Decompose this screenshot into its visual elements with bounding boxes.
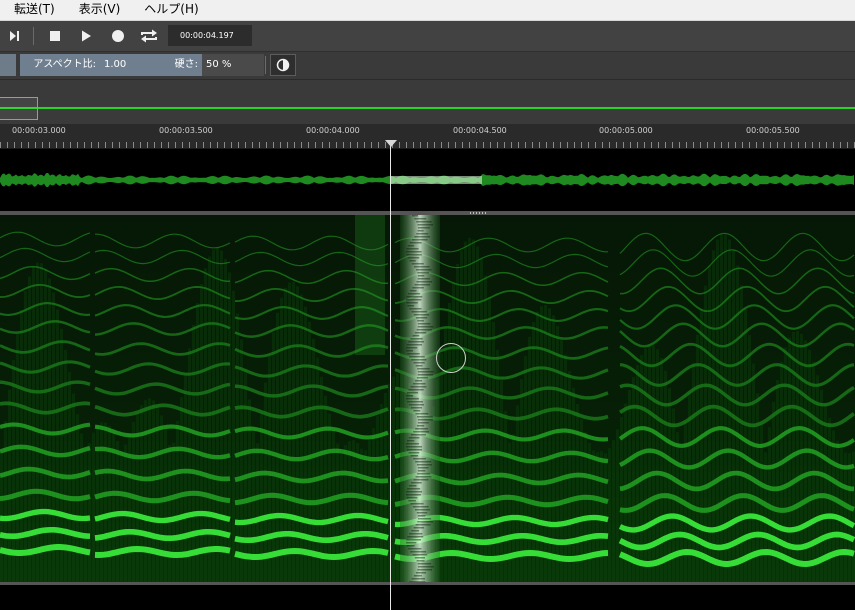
menu-help[interactable]: ヘルプ(H) [130, 0, 208, 20]
aspect-ratio-value[interactable]: 1.00 [100, 54, 144, 76]
play-icon [82, 30, 91, 42]
brush-cursor [436, 343, 466, 373]
loop-icon [141, 29, 157, 43]
splitter-grip-icon[interactable] [470, 212, 486, 214]
overview-viewport-handle[interactable] [0, 97, 38, 120]
playhead-line[interactable] [390, 140, 391, 610]
brush-param-toolbar: アスペクト比: 1.00 硬さ: 50 % [0, 52, 855, 80]
hardness-label: 硬さ: [140, 54, 202, 76]
toolbar-separator [33, 27, 34, 45]
transport-toolbar: 00:00:04.197 [0, 21, 855, 52]
hardness-value[interactable]: 50 % [202, 54, 264, 76]
half-circle-icon [276, 58, 290, 72]
menu-transfer[interactable]: 転送(T) [0, 0, 65, 20]
overview-strip[interactable] [0, 80, 855, 124]
aspect-ratio-label: アスペクト比: [20, 54, 100, 76]
ruler-ticks [0, 142, 855, 148]
ruler-label: 00:00:05.500 [746, 126, 800, 135]
spectrogram-view[interactable] [0, 215, 855, 582]
ruler-label: 00:00:04.500 [453, 126, 507, 135]
overview-waveform-line [0, 107, 855, 109]
bottom-area [0, 585, 855, 610]
record-icon [112, 30, 124, 42]
hardness-field[interactable]: 硬さ: 50 % [140, 54, 264, 76]
menu-view[interactable]: 表示(V) [65, 0, 131, 20]
ruler-label: 00:00:04.000 [306, 126, 360, 135]
toolbar-separator [265, 56, 266, 74]
spectrogram-graphic [0, 215, 855, 582]
waveform-graphic [0, 172, 854, 188]
menu-bar: 転送(T) 表示(V) ヘルプ(H) [0, 0, 855, 21]
stop-button[interactable] [43, 24, 67, 48]
contrast-button[interactable] [270, 54, 296, 76]
aspect-ratio-field[interactable]: アスペクト比: 1.00 [20, 54, 144, 76]
skip-to-end-icon [10, 31, 19, 41]
playhead-marker-icon[interactable] [385, 140, 397, 147]
time-display: 00:00:04.197 [168, 25, 252, 46]
time-ruler[interactable]: 00:00:03.000 00:00:03.500 00:00:04.000 0… [0, 124, 855, 149]
skip-to-end-button[interactable] [2, 24, 26, 48]
ruler-label: 00:00:03.000 [12, 126, 66, 135]
stop-icon [50, 31, 60, 41]
waveform-view[interactable] [0, 149, 855, 211]
app-window: 転送(T) 表示(V) ヘルプ(H) 00:00:04.197 アスペクト比: … [0, 0, 855, 610]
ruler-label: 00:00:05.000 [599, 126, 653, 135]
ruler-label: 00:00:03.500 [159, 126, 213, 135]
record-button[interactable] [106, 24, 130, 48]
loop-button[interactable] [137, 24, 161, 48]
play-button[interactable] [74, 24, 98, 48]
param-left-stub [0, 54, 16, 76]
